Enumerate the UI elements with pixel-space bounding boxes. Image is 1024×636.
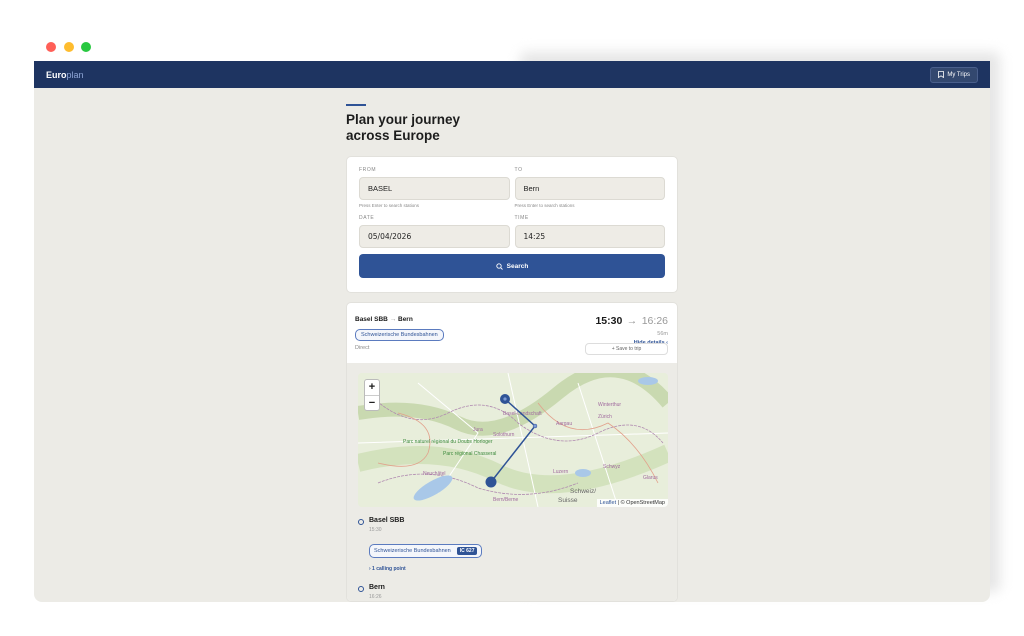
top-nav: Europlan My Trips: [34, 61, 990, 88]
journey-result-card: Basel SBB → Bern Schweizerische Bundesba…: [346, 302, 678, 602]
stop-time: 16:26: [369, 594, 666, 600]
logo[interactable]: Europlan: [46, 70, 84, 80]
train-number-badge: IC 627: [457, 547, 478, 555]
destination-marker: [486, 477, 497, 488]
svg-text:Aargau: Aargau: [556, 421, 572, 427]
to-label: TO: [515, 167, 666, 173]
svg-text:Neuchâtel: Neuchâtel: [423, 471, 446, 477]
svg-text:Solothurn: Solothurn: [493, 432, 515, 438]
svg-text:Parc régional Chasseral: Parc régional Chasseral: [443, 451, 496, 457]
segment: Schweizerische BundesbahnenIC 627 › 1 ca…: [369, 539, 666, 572]
stop-circle-icon: [358, 586, 364, 592]
osm-attribution[interactable]: | © OpenStreetMap: [618, 500, 665, 506]
date-label: DATE: [359, 215, 510, 221]
stop-destination: Bern 16:26: [358, 584, 666, 600]
operator-badge: Schweizerische Bundesbahnen: [355, 329, 444, 341]
svg-text:Luzern: Luzern: [553, 469, 569, 475]
search-label: Search: [507, 263, 529, 270]
minimize-window-button[interactable]: [64, 42, 74, 52]
logo-light: plan: [67, 70, 84, 80]
from-label: FROM: [359, 167, 510, 173]
svg-text:Parc naturel régional du Doubs: Parc naturel régional du Doubs Horloger: [403, 439, 493, 445]
search-form: FROMBASELPress Enter to search stations …: [346, 156, 678, 293]
stop-origin: Basel SBB 15:30: [358, 517, 666, 533]
svg-text:Glarus: Glarus: [643, 475, 658, 481]
svg-text:Schweiz/: Schweiz/: [570, 488, 596, 495]
search-button[interactable]: Search: [359, 254, 665, 278]
my-trips-button[interactable]: My Trips: [930, 67, 978, 83]
zoom-in-button[interactable]: +: [365, 380, 379, 395]
route-map[interactable]: Basel-Landschaft Aargau Solothurn Jura Z…: [358, 373, 668, 507]
browser-window: Europlan My Trips Plan your journeyacros…: [34, 61, 990, 602]
maximize-window-button[interactable]: [81, 42, 91, 52]
from-input[interactable]: BASEL: [359, 177, 510, 200]
to-input[interactable]: Bern: [515, 177, 666, 200]
svg-text:Jura: Jura: [473, 427, 483, 433]
arrival-time: 16:26: [642, 315, 668, 327]
calling-point-marker: [533, 424, 537, 428]
departure-time: 15:30: [595, 315, 622, 327]
svg-text:Bern/Berne: Bern/Berne: [493, 497, 519, 503]
svg-text:Winterthur: Winterthur: [598, 402, 621, 408]
time-input[interactable]: 14:25: [515, 225, 666, 248]
close-window-button[interactable]: [46, 42, 56, 52]
journey-details: Basel-Landschaft Aargau Solothurn Jura Z…: [347, 363, 677, 602]
svg-text:Zürich: Zürich: [598, 414, 612, 420]
stop-time: 15:30: [369, 527, 666, 533]
bookmark-icon: [938, 71, 944, 78]
search-icon: [496, 263, 503, 270]
title-accent: [346, 104, 366, 106]
save-to-trip-button[interactable]: + Save to trip: [585, 343, 668, 355]
to-hint: Press Enter to search stations: [515, 203, 666, 209]
zoom-out-button[interactable]: −: [365, 395, 379, 410]
my-trips-label: My Trips: [947, 72, 970, 78]
map-attribution: Leaflet | © OpenStreetMap: [597, 499, 668, 507]
logo-bold: Euro: [46, 70, 67, 80]
svg-text:Suisse: Suisse: [558, 497, 578, 504]
from-hint: Press Enter to search stations: [359, 203, 510, 209]
page-title: Plan your journeyacross Europe: [346, 112, 678, 144]
leaflet-link[interactable]: Leaflet: [600, 500, 617, 506]
segment-operator-badge: Schweizerische BundesbahnenIC 627: [369, 544, 482, 558]
calling-points-toggle[interactable]: › 1 calling point: [369, 566, 666, 572]
duration: 56m: [595, 331, 668, 337]
stop-name: Bern: [369, 584, 666, 591]
stop-circle-icon: [358, 519, 364, 525]
date-input[interactable]: 05/04/2026: [359, 225, 510, 248]
svg-text:Schwyz: Schwyz: [603, 464, 621, 470]
time-label: TIME: [515, 215, 666, 221]
map-tiles: Basel-Landschaft Aargau Solothurn Jura Z…: [358, 373, 668, 507]
stop-name: Basel SBB: [369, 517, 666, 524]
map-zoom-control: + −: [364, 379, 380, 411]
